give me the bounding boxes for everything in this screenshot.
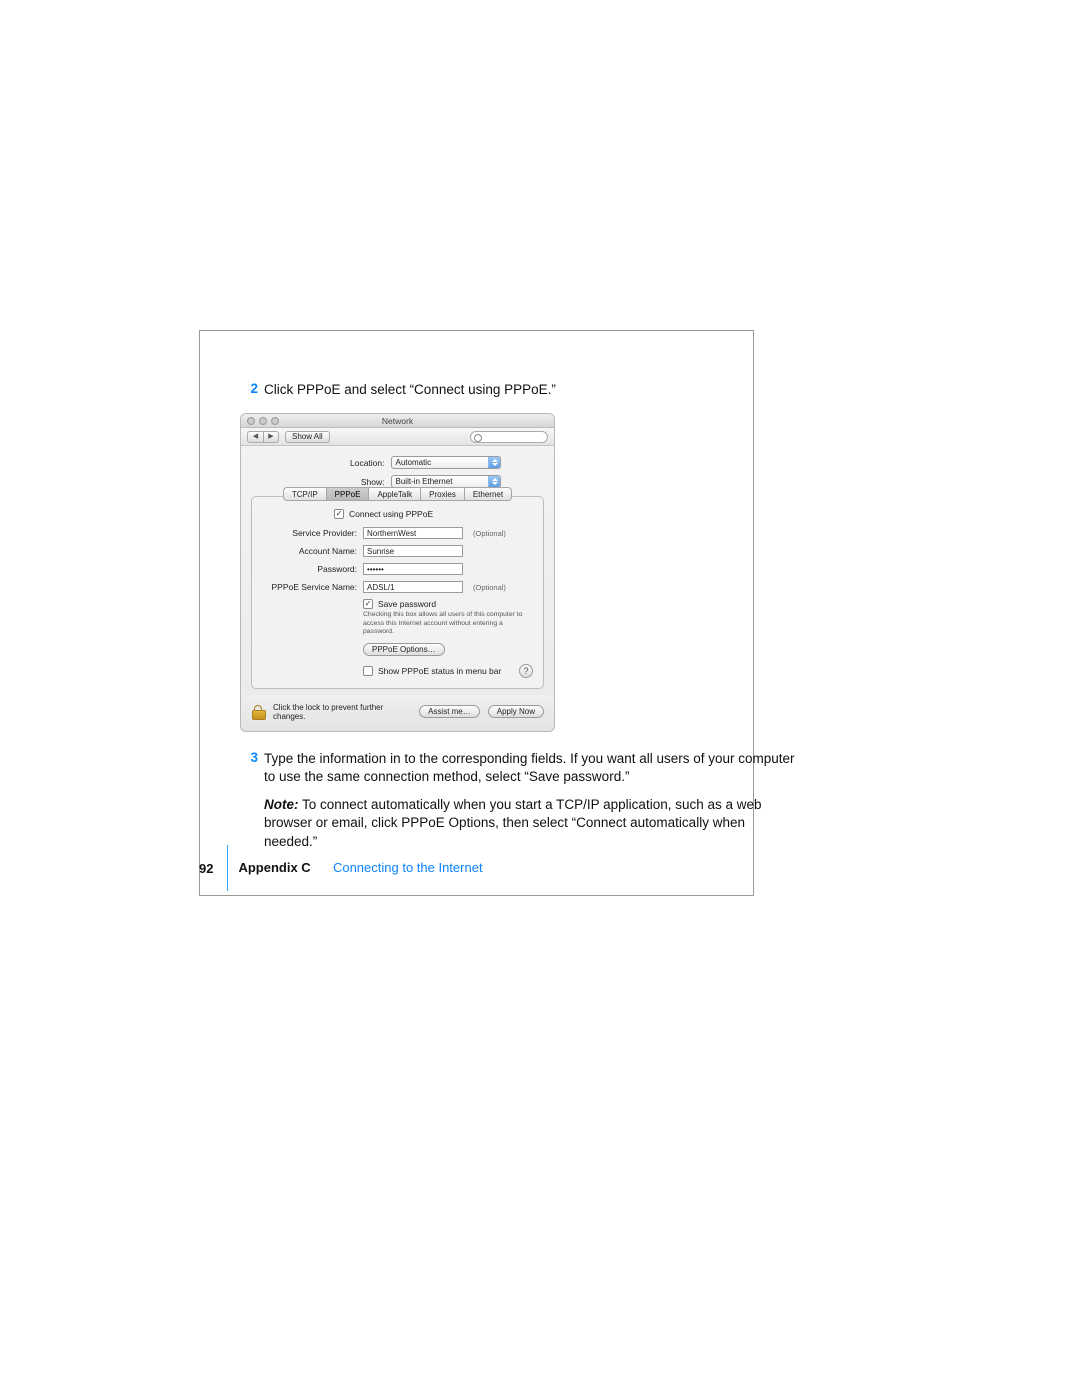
- assist-me-button[interactable]: Assist me…: [419, 705, 480, 718]
- account-name-label: Account Name:: [262, 546, 357, 556]
- tab-pppoe[interactable]: PPPoE: [326, 487, 369, 501]
- show-status-checkbox[interactable]: [363, 666, 373, 676]
- optional-label: (Optional): [473, 583, 506, 592]
- save-password-row: Save password: [363, 599, 533, 609]
- password-label: Password:: [262, 564, 357, 574]
- tab-bar: TCP/IP PPPoE AppleTalk Proxies Ethernet: [262, 487, 533, 501]
- lock-icon[interactable]: [251, 705, 265, 719]
- appendix-title: Connecting to the Internet: [333, 860, 483, 875]
- page-footer: 92 Appendix C Connecting to the Internet: [199, 842, 679, 894]
- account-name-input[interactable]: Sunrise: [363, 545, 463, 557]
- network-prefpane-screenshot: Network ◀ ▶ Show All Location: Automatic…: [240, 413, 555, 731]
- pppoe-options-row: PPPoE Options…: [363, 643, 533, 656]
- save-password-label: Save password: [378, 599, 436, 609]
- search-input[interactable]: [470, 431, 548, 443]
- toolbar: ◀ ▶ Show All: [241, 428, 554, 446]
- tab-appletalk[interactable]: AppleTalk: [368, 487, 420, 501]
- dropdown-cap-icon: [488, 457, 500, 468]
- tab-panel: TCP/IP PPPoE AppleTalk Proxies Ethernet …: [251, 496, 544, 688]
- save-password-hint: Checking this box allows all users of th…: [363, 611, 533, 636]
- optional-label: (Optional): [473, 529, 506, 538]
- footer-text: Appendix C Connecting to the Internet: [238, 859, 482, 877]
- tab-tcpip[interactable]: TCP/IP: [283, 487, 326, 501]
- page-number: 92: [199, 861, 213, 876]
- window-title: Network: [382, 416, 413, 426]
- connect-using-pppoe-checkbox[interactable]: [334, 509, 344, 519]
- step-text: Type the information in to the correspon…: [264, 750, 795, 786]
- show-status-row: Show PPPoE status in menu bar ?: [363, 664, 533, 678]
- help-button[interactable]: ?: [519, 664, 533, 678]
- step-number: 3: [240, 750, 258, 765]
- account-name-row: Account Name: Sunrise: [262, 545, 533, 557]
- back-button[interactable]: ◀: [247, 431, 263, 443]
- tab-ethernet[interactable]: Ethernet: [464, 487, 512, 501]
- dropdown-cap-icon: [488, 476, 500, 487]
- apply-now-button[interactable]: Apply Now: [488, 705, 544, 718]
- window-titlebar: Network: [241, 414, 554, 428]
- search-field-wrap: [470, 431, 548, 443]
- step-text: Click PPPoE and select “Connect using PP…: [264, 381, 556, 399]
- footer-buttons: Assist me… Apply Now: [419, 705, 544, 718]
- show-all-button[interactable]: Show All: [285, 431, 330, 443]
- password-row: Password: ••••••: [262, 563, 533, 575]
- save-password-checkbox[interactable]: [363, 599, 373, 609]
- step-3: 3 Type the information in to the corresp…: [240, 750, 795, 786]
- forward-button[interactable]: ▶: [263, 431, 279, 443]
- service-provider-input[interactable]: NorthernWest: [363, 527, 463, 539]
- page-content: 2 Click PPPoE and select “Connect using …: [240, 381, 795, 861]
- connect-using-pppoe-label: Connect using PPPoE: [349, 509, 433, 519]
- password-input[interactable]: ••••••: [363, 563, 463, 575]
- window-footer: Click the lock to prevent further change…: [241, 695, 554, 731]
- note-label: Note:: [264, 797, 299, 812]
- service-provider-label: Service Provider:: [262, 528, 357, 538]
- show-status-label: Show PPPoE status in menu bar: [378, 666, 501, 676]
- pppoe-options-button[interactable]: PPPoE Options…: [363, 643, 445, 656]
- footer-separator: [227, 845, 228, 891]
- pppoe-service-name-label: PPPoE Service Name:: [262, 582, 357, 592]
- pppoe-service-name-input[interactable]: ADSL/1: [363, 581, 463, 593]
- service-provider-row: Service Provider: NorthernWest (Optional…: [262, 527, 533, 539]
- settings-body: Location: Automatic Show: Built-in Ether…: [241, 446, 554, 694]
- show-value: Built-in Ethernet: [396, 477, 453, 486]
- location-value: Automatic: [396, 458, 432, 467]
- pppoe-service-name-row: PPPoE Service Name: ADSL/1 (Optional): [262, 581, 533, 593]
- lock-text: Click the lock to prevent further change…: [273, 703, 411, 721]
- note-body: To connect automatically when you start …: [264, 797, 762, 848]
- location-row: Location: Automatic: [251, 456, 544, 469]
- location-select[interactable]: Automatic: [391, 456, 501, 469]
- appendix-label: Appendix C: [238, 860, 310, 875]
- step-2: 2 Click PPPoE and select “Connect using …: [240, 381, 795, 399]
- traffic-lights: [247, 417, 279, 425]
- location-label: Location:: [295, 458, 385, 468]
- step-number: 2: [240, 381, 258, 396]
- tab-proxies[interactable]: Proxies: [420, 487, 464, 501]
- nav-buttons[interactable]: ◀ ▶: [247, 431, 279, 443]
- show-label: Show:: [295, 477, 385, 487]
- connect-using-pppoe-row: Connect using PPPoE: [334, 509, 533, 519]
